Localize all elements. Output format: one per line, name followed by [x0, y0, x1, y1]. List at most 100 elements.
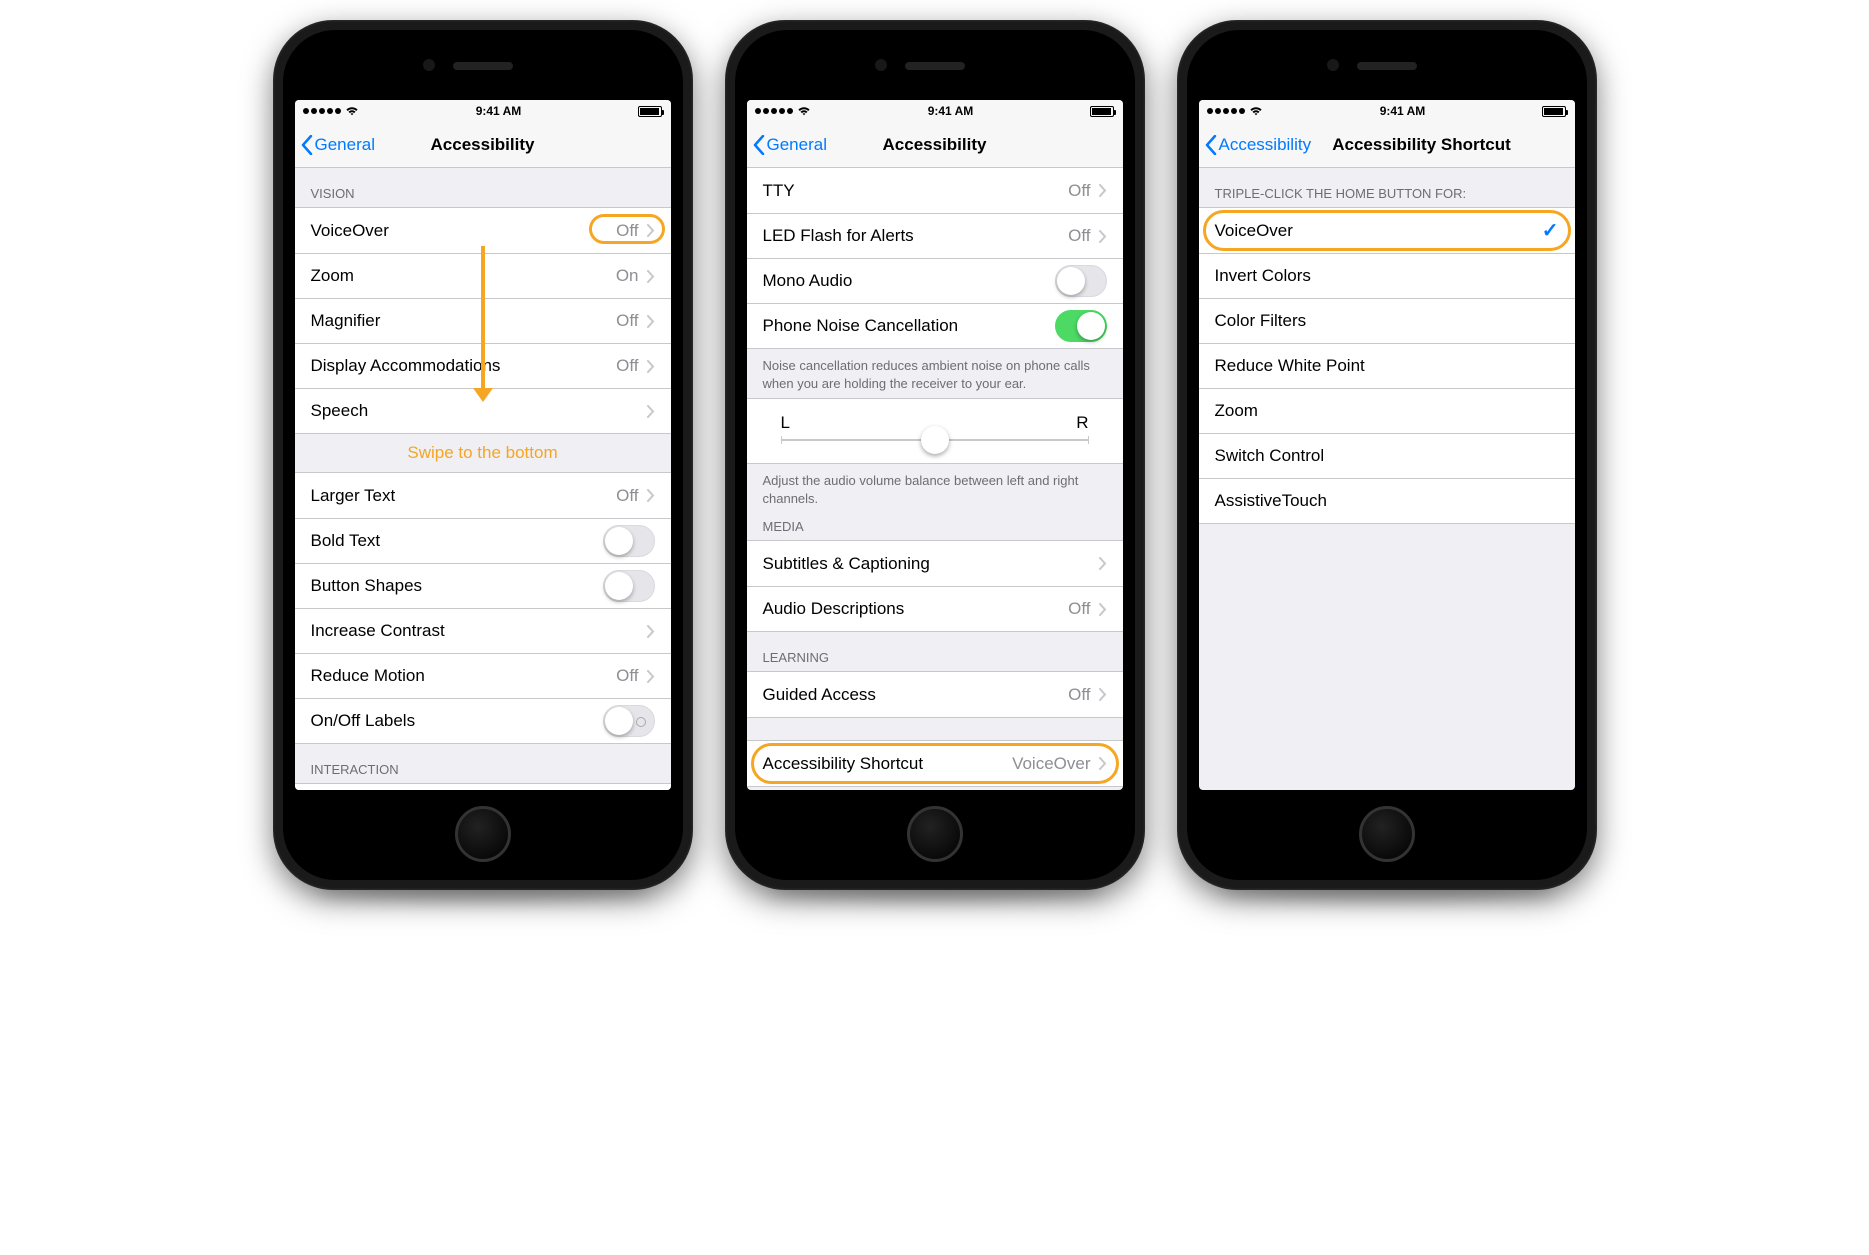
row-subtitles[interactable]: Subtitles & Captioning [747, 541, 1123, 586]
chevron-right-icon [647, 405, 655, 418]
speaker [453, 62, 513, 70]
status-time: 9:41 AM [476, 104, 522, 118]
row-label: Zoom [1215, 401, 1559, 421]
back-button[interactable]: General [301, 135, 375, 155]
row-onoff-labels[interactable]: On/Off Labels [295, 698, 671, 743]
annotation-swipe: Swipe to the bottom [295, 434, 671, 472]
row-increase-contrast[interactable]: Increase Contrast [295, 608, 671, 653]
row-audio-descriptions[interactable]: Audio Descriptions Off [747, 586, 1123, 631]
row-value: Off [616, 311, 638, 331]
toggle-mono-audio[interactable] [1055, 265, 1107, 297]
signal-icon [755, 108, 793, 114]
row-value: Off [1068, 181, 1090, 201]
footer-balance: Adjust the audio volume balance between … [747, 464, 1123, 513]
screen-2: 9:41 AM General Accessibility TTY Off [747, 100, 1123, 790]
toggle-bold-text[interactable] [603, 525, 655, 557]
chevron-right-icon [1099, 603, 1107, 616]
toggle-noise-cancellation[interactable] [1055, 310, 1107, 342]
slider-label-right: R [1076, 413, 1088, 433]
chevron-right-icon [647, 270, 655, 283]
battery-icon [1090, 106, 1114, 117]
nav-bar: General Accessibility [295, 122, 671, 168]
home-button[interactable] [907, 806, 963, 862]
row-label: Color Filters [1215, 311, 1559, 331]
back-button[interactable]: Accessibility [1205, 135, 1312, 155]
front-camera [875, 59, 887, 71]
wifi-icon [1249, 106, 1263, 116]
row-larger-text[interactable]: Larger Text Off [295, 473, 671, 518]
chevron-left-icon [753, 135, 765, 155]
row-shortcut-reducewhite[interactable]: Reduce White Point [1199, 343, 1575, 388]
row-shortcut-assistivetouch[interactable]: AssistiveTouch [1199, 478, 1575, 523]
status-time: 9:41 AM [928, 104, 974, 118]
row-value: On [616, 266, 639, 286]
chevron-right-icon [647, 625, 655, 638]
checkmark-icon: ✓ [1542, 218, 1559, 243]
row-shortcut-voiceover[interactable]: VoiceOver ✓ [1199, 208, 1575, 253]
chevron-right-icon [1099, 184, 1107, 197]
row-noise-cancellation[interactable]: Phone Noise Cancellation [747, 303, 1123, 348]
row-label: Accessibility Shortcut [763, 754, 1013, 774]
back-button[interactable]: General [753, 135, 827, 155]
row-label: Magnifier [311, 311, 617, 331]
chevron-right-icon [647, 360, 655, 373]
row-label: Bold Text [311, 531, 603, 551]
toggle-onoff-labels[interactable] [603, 705, 655, 737]
home-button[interactable] [455, 806, 511, 862]
chevron-right-icon [647, 224, 655, 237]
section-header-interaction: INTERACTION [295, 744, 671, 783]
speaker [1357, 62, 1417, 70]
row-label: Increase Contrast [311, 621, 647, 641]
scroll-content[interactable]: TRIPLE-CLICK THE HOME BUTTON FOR: VoiceO… [1199, 168, 1575, 790]
row-value: VoiceOver [1012, 754, 1090, 774]
row-shortcut-colorfilters[interactable]: Color Filters [1199, 298, 1575, 343]
row-label: Reduce Motion [311, 666, 617, 686]
row-mono-audio[interactable]: Mono Audio [747, 258, 1123, 303]
back-label: General [767, 135, 827, 155]
row-label: LED Flash for Alerts [763, 226, 1069, 246]
chevron-right-icon [1099, 230, 1107, 243]
row-label: Guided Access [763, 685, 1069, 705]
chevron-right-icon [1099, 757, 1107, 770]
row-shortcut-switchcontrol[interactable]: Switch Control [1199, 433, 1575, 478]
section-header-shortcut: TRIPLE-CLICK THE HOME BUTTON FOR: [1199, 168, 1575, 207]
chevron-right-icon [647, 489, 655, 502]
row-shortcut-zoom[interactable]: Zoom [1199, 388, 1575, 433]
row-reduce-motion[interactable]: Reduce Motion Off [295, 653, 671, 698]
row-tty[interactable]: TTY Off [747, 168, 1123, 213]
screen-1: 9:41 AM General Accessibility VISION Voi… [295, 100, 671, 790]
row-shortcut-invert[interactable]: Invert Colors [1199, 253, 1575, 298]
slider-knob[interactable] [921, 426, 949, 454]
row-label: VoiceOver [311, 221, 617, 241]
home-button[interactable] [1359, 806, 1415, 862]
row-guided-access[interactable]: Guided Access Off [747, 672, 1123, 717]
scroll-content[interactable]: VISION VoiceOver Off Zoom On Magnifie [295, 168, 671, 790]
status-bar: 9:41 AM [747, 100, 1123, 122]
scroll-content[interactable]: TTY Off LED Flash for Alerts Off Mono Au… [747, 168, 1123, 790]
row-accessibility-shortcut[interactable]: Accessibility Shortcut VoiceOver [747, 741, 1123, 786]
row-label: Speech [311, 401, 647, 421]
row-value: Off [616, 666, 638, 686]
battery-icon [638, 106, 662, 117]
row-value: Off [616, 221, 638, 241]
row-led-flash[interactable]: LED Flash for Alerts Off [747, 213, 1123, 258]
row-label: Subtitles & Captioning [763, 554, 1099, 574]
chevron-left-icon [1205, 135, 1217, 155]
status-time: 9:41 AM [1380, 104, 1426, 118]
status-bar: 9:41 AM [295, 100, 671, 122]
row-switch-control[interactable]: Switch Control Off [295, 784, 671, 790]
back-label: General [315, 135, 375, 155]
battery-icon [1542, 106, 1566, 117]
row-button-shapes[interactable]: Button Shapes [295, 563, 671, 608]
row-label: Reduce White Point [1215, 356, 1559, 376]
balance-slider[interactable]: L R [747, 398, 1123, 464]
section-header-learning: LEARNING [747, 632, 1123, 671]
row-value: Off [1068, 226, 1090, 246]
row-bold-text[interactable]: Bold Text [295, 518, 671, 563]
row-label: TTY [763, 181, 1069, 201]
annotation-arrow-icon [481, 246, 485, 396]
nav-bar: Accessibility Accessibility Shortcut [1199, 122, 1575, 168]
row-label: Larger Text [311, 486, 617, 506]
toggle-button-shapes[interactable] [603, 570, 655, 602]
row-label: Button Shapes [311, 576, 603, 596]
